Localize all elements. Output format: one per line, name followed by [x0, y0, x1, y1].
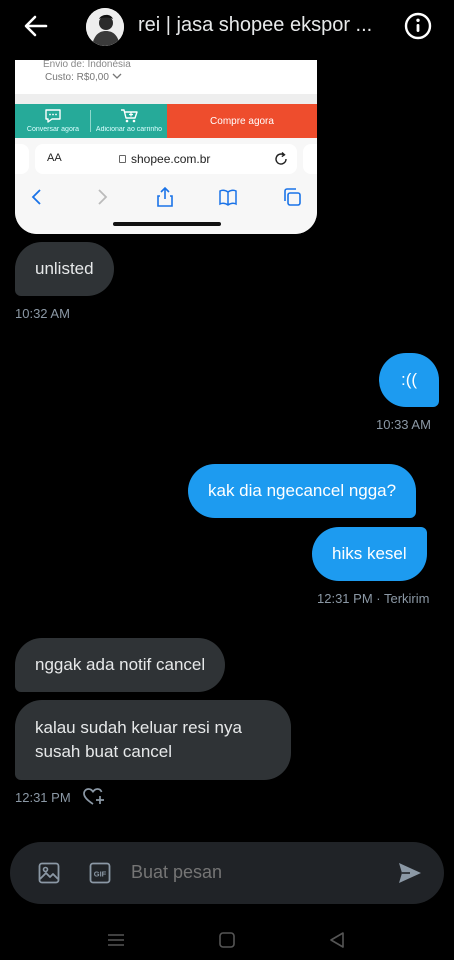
chat-now-button: Conversar agora [15, 104, 91, 138]
arrow-left-icon [24, 15, 48, 37]
tabs-icon [284, 188, 301, 206]
chat-now-label: Conversar agora [26, 126, 80, 133]
shipping-cost-text: Custo: R$0,00 [45, 72, 122, 83]
back-button[interactable] [22, 12, 50, 40]
info-button[interactable] [404, 12, 432, 40]
shipping-text: Envio de: Indonésia [43, 60, 131, 70]
message-bubble-incoming[interactable]: unlisted [15, 242, 114, 296]
message-input[interactable] [131, 862, 371, 883]
message-bubble-incoming[interactable]: kalau sudah keluar resi nya susah buat c… [15, 700, 291, 780]
cost-text: Custo: R$0,00 [45, 72, 109, 83]
message-composer: GIF [10, 842, 444, 904]
share-icon [157, 186, 173, 207]
system-navigation-bar [0, 918, 454, 960]
svg-text:GIF: GIF [94, 870, 107, 879]
message-timestamp: 10:33 AM [376, 417, 431, 432]
browser-nav-bar [15, 182, 317, 212]
screenshot-shipping-area: Envio de: Indonésia Custo: R$0,00 [15, 60, 317, 94]
reload-icon [275, 151, 287, 165]
add-to-cart-button: Adicionar ao carrinho [91, 104, 167, 138]
url-text: shopee.com.br [131, 152, 211, 166]
home-icon[interactable] [217, 932, 237, 948]
buy-now-button: Compre agora [167, 104, 317, 138]
browser-toolbar: AA shopee.com.br [15, 138, 317, 234]
send-icon[interactable] [396, 859, 424, 887]
add-to-cart-label: Adicionar ao carrinho [95, 126, 163, 133]
home-indicator [113, 222, 221, 226]
shopee-action-bar: Conversar agora Adicionar ao carrinho Co… [15, 104, 317, 138]
image-icon[interactable] [37, 861, 61, 885]
text-size-label: AA [47, 152, 62, 164]
conversation-header: rei | jasa shopee ekspor ... [0, 0, 454, 54]
heart-plus-icon [83, 788, 104, 805]
chevron-down-icon [112, 73, 122, 79]
chevron-left-icon [31, 189, 41, 205]
message-timestamp: 12:31 PM [15, 790, 71, 805]
message-timestamp: 10:32 AM [15, 306, 70, 321]
chat-icon [45, 109, 61, 123]
gif-icon[interactable]: GIF [88, 861, 112, 885]
message-bubble-incoming[interactable]: nggak ada notif cancel [15, 638, 226, 692]
avatar[interactable] [86, 8, 124, 46]
conversation-title[interactable]: rei | jasa shopee ekspor ... [138, 14, 394, 37]
address-bar: AA shopee.com.br [35, 144, 297, 174]
message-bubble-outgoing[interactable]: hiks kesel [312, 527, 427, 581]
divider [15, 94, 317, 104]
info-icon [404, 12, 432, 40]
chevron-right-icon [98, 189, 108, 205]
back-triangle-icon[interactable] [327, 932, 347, 948]
message-status: 12:31 PM · Terkirim [317, 591, 430, 606]
cart-icon [121, 109, 138, 123]
bookmarks-icon [219, 189, 237, 206]
react-button[interactable] [82, 786, 106, 808]
message-bubble-outgoing[interactable]: :(( [379, 353, 439, 407]
menu-icon[interactable] [106, 932, 126, 948]
shared-screenshot-image[interactable]: Envio de: Indonésia Custo: R$0,00 Conver… [15, 60, 317, 234]
lock-icon [119, 155, 126, 163]
message-bubble-outgoing[interactable]: kak dia ngecancel ngga? [188, 464, 417, 518]
